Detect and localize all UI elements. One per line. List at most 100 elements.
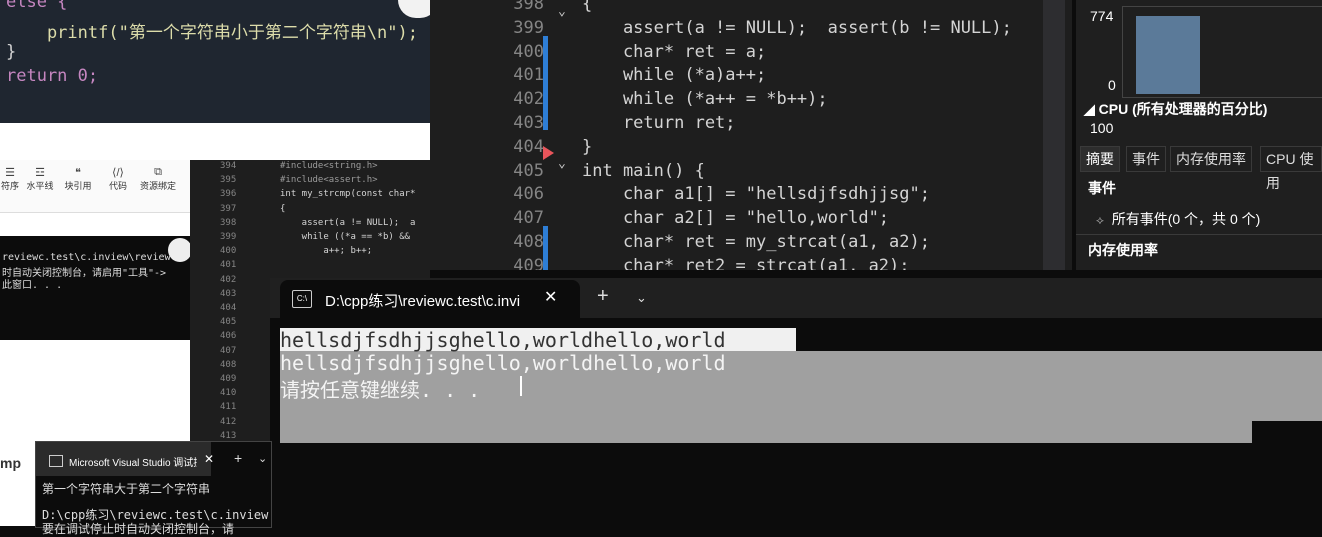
line-number: 407 (220, 345, 237, 356)
events-icon: ⟡ (1096, 213, 1104, 227)
line-number: 405 (220, 317, 237, 328)
small-console: reviewc.test\c.inview\reviewc\ 时自动关闭控制台，… (0, 236, 190, 340)
code-line: char* ret = my_strcat(a1, a2); (582, 232, 930, 252)
code-line: char* ret = a; (582, 41, 767, 62)
line-number: 395 (220, 175, 237, 186)
close-icon[interactable]: ✕ (204, 452, 214, 466)
console-line: 第一个字符串大于第二个字符串 (42, 482, 211, 496)
line-number: 399 (220, 232, 237, 242)
all-events-label: 所有事件(0 个，共 0 个) (1111, 211, 1261, 227)
tab-summary[interactable]: 摘要 (1080, 146, 1120, 172)
line-number: 406 (220, 331, 237, 342)
line-number: 404 (513, 136, 544, 157)
line-number: 408 (513, 232, 544, 252)
console-line: 要在调试停止时自动关闭控制台，请 (42, 522, 235, 536)
close-icon[interactable]: ✕ (544, 287, 557, 307)
terminal-icon: C:\ (292, 290, 312, 308)
memory-header: 内存使用率 (1088, 242, 1158, 258)
tab-events[interactable]: 事件 (1126, 146, 1166, 172)
line-number: 411 (220, 402, 237, 413)
code-icon: ⟨/⟩ (112, 167, 124, 179)
code-line: a++; b++; (280, 246, 373, 257)
console-line: 此窗口. . . (2, 280, 63, 291)
terminal-line: hellsdjfsdhjjsghello,worldhello,world (280, 328, 726, 352)
line-number: 412 (220, 416, 237, 427)
code-line: #include<assert.h> (280, 175, 378, 186)
line-number: 403 (220, 288, 237, 299)
collapse-chevron-icon[interactable]: ⌄ (558, 156, 566, 171)
bind-icon: ⧉ (154, 166, 162, 178)
terminal-line: 请按任意键继续. . . (280, 378, 493, 402)
text-cursor (520, 376, 522, 396)
code-line: #include<string.h> (280, 161, 378, 171)
line-number: 394 (220, 161, 237, 171)
hr-icon: ☲ (35, 167, 45, 179)
code-snippet-panel: else { printf("第一个字符串小于第二个字符串\n"); } ret… (0, 0, 430, 123)
new-tab-button[interactable]: + (597, 285, 609, 308)
line-number: 409 (220, 374, 237, 384)
toolbar-item[interactable]: ⧉ 资源绑定 (140, 166, 176, 192)
toolbar-item[interactable]: ☲ 水平线 (22, 166, 58, 192)
line-number: 406 (513, 184, 544, 205)
line-number: 398 (220, 217, 237, 228)
console-line: reviewc.test\c.inview\reviewc\ (2, 252, 183, 263)
tab-memory[interactable]: 内存使用率 (1170, 146, 1252, 172)
floating-assistant-icon[interactable] (168, 238, 192, 262)
code-line: int my_strcmp(const char* (280, 189, 416, 200)
line-number: 407 (513, 208, 544, 229)
diag-tabbar: 摘要 事件 内存使用率 CPU 使用 (1076, 146, 1322, 191)
cmp-label: mp (0, 455, 21, 471)
line-number: 408 (220, 359, 237, 370)
line-number: 402 (513, 89, 544, 110)
graph-bottom-label: 0 (1108, 77, 1116, 93)
code-line: { (582, 0, 593, 14)
line-number: 405 (513, 160, 544, 181)
line-number: 398 (513, 0, 544, 14)
line-number: 404 (220, 303, 237, 313)
code-editor[interactable]: ⌄ ⌄ 398 {399 assert(a != NULL); assert(b … (430, 0, 1072, 270)
divider (1076, 234, 1322, 235)
code-line: char a1[] = "hellsdjfsdhjjsg"; (582, 184, 930, 205)
cpu-section-title[interactable]: ◢ CPU (所有处理器的百分比) (1084, 99, 1267, 119)
code-line: assert(a != NULL); assert(b != NULL); (582, 17, 1012, 38)
code-line: char* ret2 = strcat(a1, a2); (582, 255, 910, 270)
line-number: 402 (220, 274, 237, 285)
code-line: int main() { (582, 160, 705, 181)
code-line: while (*a++ = *b++); (582, 89, 828, 110)
graph-top-label: 774 (1090, 8, 1114, 24)
code-line: while ((*a == *b) && (280, 232, 411, 242)
collapse-chevron-icon[interactable]: ⌄ (558, 4, 566, 19)
line-number: 400 (220, 246, 237, 257)
editor-scrollbar[interactable] (1043, 0, 1065, 270)
line-number: 396 (220, 189, 237, 200)
console-icon (49, 455, 63, 467)
code-line: while (*a)a++; (582, 65, 767, 86)
code-line: { (280, 203, 286, 214)
editor-gutter (430, 0, 530, 270)
line-number: 409 (513, 255, 544, 270)
code-line: } (582, 136, 593, 157)
code-line: return ret; (582, 113, 736, 133)
snippet-line: return 0; (6, 66, 99, 86)
snippet-line: } (6, 42, 17, 62)
toolbar-item[interactable]: ⟨/⟩ 代码 (100, 166, 136, 192)
line-number: 413 (220, 430, 237, 441)
debug-console-title: Microsoft Visual Studio 调试控制台 (69, 458, 197, 469)
line-number: 397 (220, 203, 237, 214)
toolbar-item[interactable]: ❝ 块引用 (60, 166, 96, 192)
snippet-line: printf("第一个字符串小于第二个字符串\n"); (6, 23, 418, 43)
chevron-down-icon[interactable]: ⌄ (258, 452, 267, 465)
line-number: 401 (220, 260, 237, 271)
small-editor-gutter (190, 160, 246, 442)
small-debug-console[interactable]: Microsoft Visual Studio 调试控制台 ✕ + ⌄ 第一个字… (35, 441, 272, 536)
line-number: 401 (513, 65, 544, 86)
all-events-row[interactable]: ⟡ 所有事件(0 个，共 0 个) (1096, 209, 1260, 229)
new-tab-button[interactable]: + (234, 450, 242, 466)
run-arrow-icon[interactable] (543, 146, 554, 160)
quote-icon: ❝ (75, 167, 81, 179)
line-number: 400 (513, 41, 544, 62)
tab-cpu[interactable]: CPU 使用 (1260, 146, 1322, 191)
line-number: 410 (220, 388, 237, 399)
chevron-down-icon[interactable]: ⌄ (636, 290, 647, 306)
snippet-line: else { (6, 0, 68, 12)
